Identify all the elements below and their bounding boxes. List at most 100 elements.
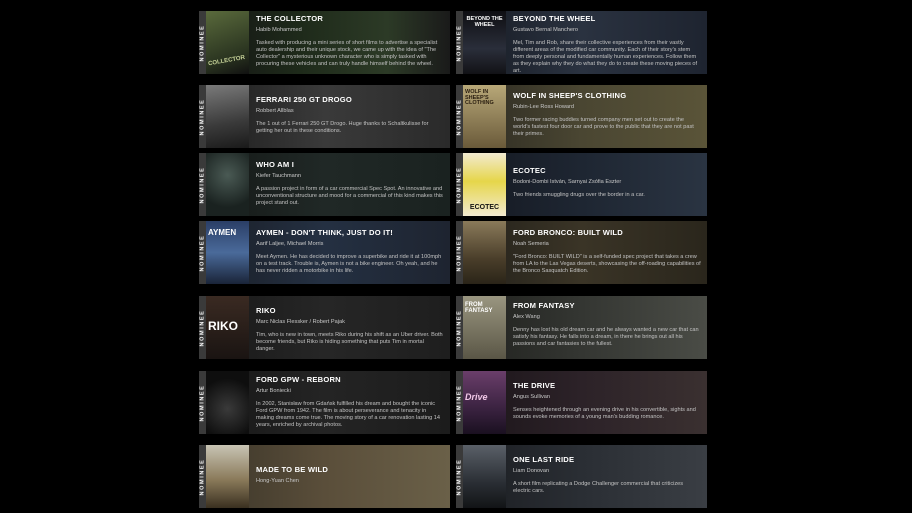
film-title: MADE TO BE WILD [256, 465, 329, 474]
film-credit: Habib Mohammed [256, 27, 302, 33]
film-description: The 1 out of 1 Ferrari 250 GT Drogo. Hug… [256, 121, 429, 134]
film-credit: Noah Semeria [513, 241, 549, 247]
nominee-banner: NOMINEE [456, 11, 463, 74]
film-credit: Robbert Allblas [256, 108, 294, 114]
film-poster[interactable]: WOLF IN SHEEP'S CLOTHING [463, 85, 506, 148]
film-card-the-drive[interactable]: NOMINEE Drive THE DRIVE Angus Sullivan S… [456, 371, 707, 434]
film-poster[interactable]: BEYOND THE WHEEL [463, 11, 506, 74]
film-credit: Liam Donovan [513, 468, 550, 474]
film-credit: Angus Sullivan [513, 394, 551, 400]
film-info: THE DRIVE Angus Sullivan Senses heighten… [513, 381, 701, 421]
film-card-wolf-in-sheeps-clothing[interactable]: NOMINEE WOLF IN SHEEP'S CLOTHING WOLF IN… [456, 85, 707, 148]
film-description: Two friends smuggling drugs over the bor… [513, 192, 645, 198]
nominee-banner: NOMINEE [456, 371, 463, 434]
film-description: Senses heightened through an evening dri… [513, 407, 696, 420]
film-poster[interactable] [206, 85, 249, 148]
film-description: Tasked with producing a mini series of s… [256, 40, 438, 67]
film-info: WHO AM I Kiefer Tauchmann A passion proj… [256, 160, 444, 207]
film-card-from-fantasy[interactable]: NOMINEE FROM FANTASY FROM FANTASY Alex W… [456, 296, 707, 359]
nominee-banner: NOMINEE [199, 221, 206, 284]
film-card-ford-gpw-reborn[interactable]: NOMINEE FORD GPW - REBORN Artur Boniecki… [199, 371, 450, 434]
poster-title: BEYOND THE WHEEL [466, 16, 503, 28]
film-title: FORD GPW - REBORN [256, 375, 341, 384]
nominee-banner: NOMINEE [199, 445, 206, 508]
film-description: A passion project in form of a car comme… [256, 186, 443, 206]
film-card-aymen[interactable]: NOMINEE AYMEN AYMEN - DON'T THINK, JUST … [199, 221, 450, 284]
film-poster[interactable] [206, 445, 249, 508]
film-card-ford-bronco-built-wild[interactable]: NOMINEE FORD BRONCO: BUILT WILD Noah Sem… [456, 221, 707, 284]
poster-title: Drive [465, 392, 488, 402]
film-poster[interactable] [206, 371, 249, 434]
film-credit: Kiefer Tauchmann [256, 173, 301, 179]
poster-title: WOLF IN SHEEP'S CLOTHING [465, 89, 494, 106]
film-title: WOLF IN SHEEP'S CLOTHING [513, 91, 627, 100]
film-credit: Gustavo Bernal Manchero [513, 27, 578, 33]
film-info: ECOTEC Bodoni-Dombi István, Sarnyai Zsóf… [513, 166, 701, 199]
film-credit: Aarif Laljee, Michael Morris [256, 241, 324, 247]
film-poster[interactable] [463, 445, 506, 508]
film-title: BEYOND THE WHEEL [513, 14, 596, 23]
film-poster[interactable]: RIKO [206, 296, 249, 359]
film-info: FORD GPW - REBORN Artur Boniecki In 2002… [256, 375, 444, 429]
film-description: "Ford Bronco: BUILT WILD" is a self-fund… [513, 254, 701, 274]
film-card-one-last-ride[interactable]: NOMINEE ONE LAST RIDE Liam Donovan A sho… [456, 445, 707, 508]
film-credit: Hong-Yuan Chen [256, 478, 299, 484]
film-poster[interactable]: AYMEN [206, 221, 249, 284]
nominee-banner: NOMINEE [456, 85, 463, 148]
film-description: Meet Aymen. He has decided to improve a … [256, 254, 442, 274]
film-description: Two former racing buddies turned company… [513, 117, 694, 137]
film-poster[interactable]: ECOTEC [463, 153, 506, 216]
film-info: FORD BRONCO: BUILT WILD Noah Semeria "Fo… [513, 228, 701, 275]
film-poster[interactable] [463, 221, 506, 284]
film-description: In 2002, Stanisław from Gdańsk fulfilled… [256, 401, 440, 428]
nominee-banner: NOMINEE [199, 85, 206, 148]
film-card-made-to-be-wild[interactable]: NOMINEE MADE TO BE WILD Hong-Yuan Chen [199, 445, 450, 508]
film-card-who-am-i[interactable]: NOMINEE WHO AM I Kiefer Tauchmann A pass… [199, 153, 450, 216]
film-description: Tim, who is new in town, meets Riko duri… [256, 332, 443, 352]
film-info: WOLF IN SHEEP'S CLOTHING Rubin-Lee Ross … [513, 91, 701, 138]
nominee-banner: NOMINEE [456, 445, 463, 508]
film-credit: Rubin-Lee Ross Howard [513, 104, 574, 110]
film-poster[interactable] [206, 153, 249, 216]
film-title: THE DRIVE [513, 381, 556, 390]
poster-title: ECOTEC [469, 204, 500, 211]
film-info: FERRARI 250 GT DROGO Robbert Allblas The… [256, 95, 444, 135]
film-title: AYMEN - DON'T THINK, JUST DO IT! [256, 228, 394, 237]
nominee-banner: NOMINEE [456, 296, 463, 359]
film-info: FROM FANTASY Alex Wang Denny has lost hi… [513, 301, 701, 348]
film-title: ONE LAST RIDE [513, 455, 575, 464]
film-title: RIKO [256, 306, 276, 315]
film-card-riko[interactable]: NOMINEE RIKO RIKO Marc Niclas Flessker /… [199, 296, 450, 359]
poster-title: FROM FANTASY [465, 302, 493, 314]
film-poster[interactable]: COLLECTOR [206, 11, 249, 74]
film-info: ONE LAST RIDE Liam Donovan A short film … [513, 455, 701, 495]
film-info: MADE TO BE WILD Hong-Yuan Chen [256, 465, 444, 491]
film-credit: Artur Boniecki [256, 388, 291, 394]
nominee-banner: NOMINEE [199, 296, 206, 359]
nominee-banner: NOMINEE [456, 221, 463, 284]
film-title: FROM FANTASY [513, 301, 575, 310]
film-poster[interactable]: Drive [463, 371, 506, 434]
nominee-banner: NOMINEE [199, 11, 206, 74]
film-info: THE COLLECTOR Habib Mohammed Tasked with… [256, 14, 444, 68]
film-credit: Marc Niclas Flessker / Robert Pajak [256, 319, 345, 325]
film-info: AYMEN - DON'T THINK, JUST DO IT! Aarif L… [256, 228, 444, 275]
film-card-beyond-the-wheel[interactable]: NOMINEE BEYOND THE WHEEL BEYOND THE WHEE… [456, 11, 707, 74]
film-info: BEYOND THE WHEEL Gustavo Bernal Manchero… [513, 14, 701, 74]
film-title: WHO AM I [256, 160, 295, 169]
film-description: A short film replicating a Dodge Challen… [513, 481, 684, 494]
poster-title: AYMEN [208, 228, 237, 237]
film-card-the-collector[interactable]: NOMINEE COLLECTOR THE COLLECTOR Habib Mo… [199, 11, 450, 74]
nominee-banner: NOMINEE [456, 153, 463, 216]
poster-title: RIKO [208, 319, 238, 333]
film-description: Mel, Tim and Rob, share their collective… [513, 40, 698, 74]
film-description: Denny has lost his old dream car and he … [513, 327, 699, 347]
film-title: THE COLLECTOR [256, 14, 324, 23]
film-card-ferrari-250-gt-drogo[interactable]: NOMINEE FERRARI 250 GT DROGO Robbert All… [199, 85, 450, 148]
film-card-ecotec[interactable]: NOMINEE ECOTEC ECOTEC Bodoni-Dombi Istvá… [456, 153, 707, 216]
film-poster[interactable]: FROM FANTASY [463, 296, 506, 359]
film-title: FORD BRONCO: BUILT WILD [513, 228, 623, 237]
nominee-banner: NOMINEE [199, 153, 206, 216]
film-title: ECOTEC [513, 166, 546, 175]
poster-title: COLLECTOR [207, 54, 246, 68]
